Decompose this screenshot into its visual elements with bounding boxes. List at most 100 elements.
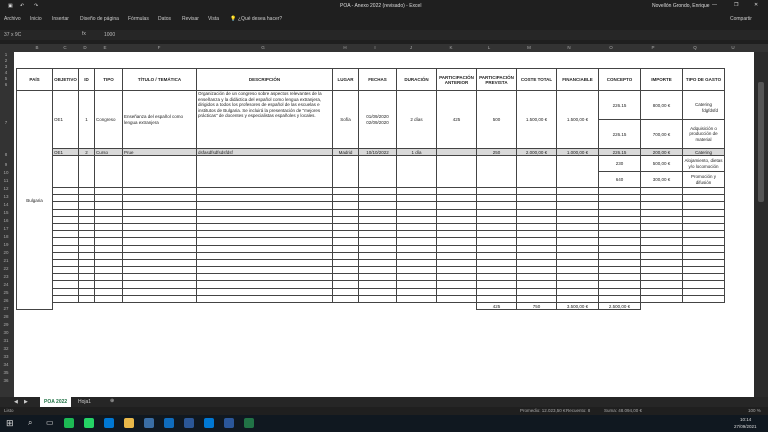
row-header[interactable]: 28 <box>0 314 12 319</box>
cell-anterior-1[interactable]: 425 <box>436 90 477 149</box>
tab-diseno[interactable]: Diseño de página <box>80 16 119 22</box>
cell-concepto[interactable]: 230 <box>598 155 641 172</box>
row-header[interactable]: 3 <box>0 64 12 69</box>
cell-coste-1[interactable]: 1.500,00 € <box>516 90 557 149</box>
row-header[interactable]: 2 <box>0 58 12 63</box>
cell-concepto[interactable]: 226.15 <box>598 90 641 120</box>
row-header[interactable]: 7 <box>0 120 12 125</box>
cell-importe[interactable]: 200,00 € <box>640 148 683 156</box>
stray-cell-text[interactable]: fdgfdsfd <box>702 108 718 113</box>
share-button[interactable]: Compartir <box>730 16 752 22</box>
row-header[interactable]: 5 <box>0 76 12 81</box>
fx-icon[interactable]: fx <box>82 31 86 37</box>
undo-icon[interactable]: ↶ <box>20 3 24 9</box>
cell-importe[interactable]: 300,00 € <box>640 171 683 188</box>
vertical-scrollbar[interactable] <box>754 52 768 397</box>
row-header[interactable]: 15 <box>0 210 12 215</box>
header-id[interactable]: ID <box>78 68 95 91</box>
cell-tipo-gasto[interactable]: Adquisición o producción de material <box>682 119 725 149</box>
row-header[interactable]: 33 <box>0 354 12 359</box>
row-header[interactable]: 19 <box>0 242 12 247</box>
col-header[interactable]: B <box>30 45 44 50</box>
app-icon[interactable] <box>144 418 154 428</box>
windows-start-icon[interactable]: ⊞ <box>6 418 14 429</box>
tab-revisar[interactable]: Revisar <box>182 16 199 22</box>
row-header[interactable]: 16 <box>0 218 12 223</box>
total-coste[interactable]: 3.500,00 € <box>556 301 599 311</box>
edge-icon[interactable] <box>104 418 114 428</box>
row-header[interactable]: 1 <box>0 52 12 57</box>
cell-tipo-2[interactable]: Curso <box>94 148 123 156</box>
cell-duracion-1[interactable]: 2 días <box>396 90 437 149</box>
tab-archivo[interactable]: Archivo <box>4 16 21 22</box>
search-icon[interactable]: ⌕ <box>28 418 32 428</box>
cell-tipo-gasto[interactable]: Alojamiento, dietas y/o locomoción <box>682 155 725 172</box>
col-header[interactable]: I <box>370 45 380 50</box>
cell-fechas-1[interactable]: 01/09/2020 02/09/2020 <box>358 90 397 149</box>
sheet-tab[interactable]: Hoja1 <box>78 399 91 405</box>
outlook-icon[interactable] <box>164 418 174 428</box>
header-titulo[interactable]: TÍTULO / TEMÁTICA <box>122 68 197 91</box>
cell-anterior-2[interactable] <box>436 148 477 156</box>
row-header[interactable]: 23 <box>0 274 12 279</box>
row-header[interactable]: 18 <box>0 234 12 239</box>
whatsapp-icon[interactable] <box>84 418 94 428</box>
col-header[interactable]: C <box>58 45 72 50</box>
formula-input[interactable]: 1000 <box>104 32 115 38</box>
cell-descripcion-2[interactable]: dsfasdfsdfsdsfdsf <box>196 148 333 156</box>
row-header[interactable]: 21 <box>0 258 12 263</box>
row-header[interactable]: 4 <box>0 70 12 75</box>
col-header[interactable]: K <box>446 45 456 50</box>
total-prevista[interactable]: 750 <box>516 301 557 311</box>
task-view-icon[interactable]: ▭ <box>46 418 54 427</box>
row-header[interactable]: 29 <box>0 322 12 327</box>
header-lugar[interactable]: LUGAR <box>332 68 359 91</box>
cell-concepto[interactable]: 226.15 <box>598 148 641 156</box>
total-financiable[interactable]: 2.500,00 € <box>598 301 641 311</box>
country-cell[interactable]: Bulgaria <box>16 89 53 311</box>
row-header[interactable]: 12 <box>0 186 12 191</box>
cell-titulo-1[interactable]: Enseñanza del español como lengua extran… <box>122 90 197 149</box>
cell-id-2[interactable]: 2 <box>78 148 95 156</box>
col-header[interactable]: F <box>154 45 164 50</box>
col-header[interactable]: M <box>524 45 534 50</box>
header-coste[interactable]: COSTE TOTAL <box>516 68 557 91</box>
clock-date[interactable]: 27/09/2021 <box>734 424 757 429</box>
row-header[interactable]: 11 <box>0 178 12 183</box>
row-header[interactable]: 32 <box>0 346 12 351</box>
header-descripcion[interactable]: DESCRIPCIÓN <box>196 68 333 91</box>
total-anterior[interactable]: 425 <box>476 301 517 311</box>
row-header[interactable]: 35 <box>0 370 12 375</box>
zoom-level[interactable]: 100 % <box>748 408 761 413</box>
col-header[interactable]: Q <box>690 45 700 50</box>
header-duracion[interactable]: DURACIÓN <box>396 68 437 91</box>
row-header[interactable]: 9 <box>0 162 12 167</box>
cell-financiable-2[interactable]: 1.000,00 € <box>556 148 599 156</box>
word-icon[interactable] <box>184 418 194 428</box>
tell-me-input[interactable]: ¿Qué desea hacer? <box>238 16 282 22</box>
cell-titulo-2[interactable]: Prue <box>122 148 197 156</box>
close-icon[interactable]: ✕ <box>754 2 758 8</box>
cell-fechas-2[interactable]: 10/10/2022 <box>358 148 397 156</box>
header-concepto[interactable]: CONCEPTO <box>598 68 641 91</box>
row-header[interactable]: 6 <box>0 82 12 87</box>
col-header[interactable]: G <box>258 45 268 50</box>
excel-icon[interactable] <box>244 418 254 428</box>
cell-objetivo-2[interactable]: OE1 <box>52 148 79 156</box>
cell-tipo-gasto[interactable]: Promoción y difusión <box>682 171 725 188</box>
row-header[interactable]: 13 <box>0 194 12 199</box>
row-header[interactable]: 31 <box>0 338 12 343</box>
header-tipo[interactable]: TIPO <box>94 68 123 91</box>
row-header[interactable]: 20 <box>0 250 12 255</box>
cell-concepto[interactable]: 640 <box>598 171 641 188</box>
row-header[interactable]: 27 <box>0 306 12 311</box>
redo-icon[interactable]: ↷ <box>34 3 38 9</box>
add-sheet-icon[interactable]: ⊕ <box>110 398 114 404</box>
row-header[interactable]: 17 <box>0 226 12 231</box>
user-name[interactable]: Novellón Grondo, Enrique <box>652 3 710 9</box>
header-prevista[interactable]: PARTICIPACIÓN PREVISTA <box>476 68 517 91</box>
row-header[interactable]: 14 <box>0 202 12 207</box>
header-pais[interactable]: PAÍS <box>16 68 53 91</box>
row-header[interactable]: 30 <box>0 330 12 335</box>
header-fechas[interactable]: FECHAS <box>358 68 397 91</box>
